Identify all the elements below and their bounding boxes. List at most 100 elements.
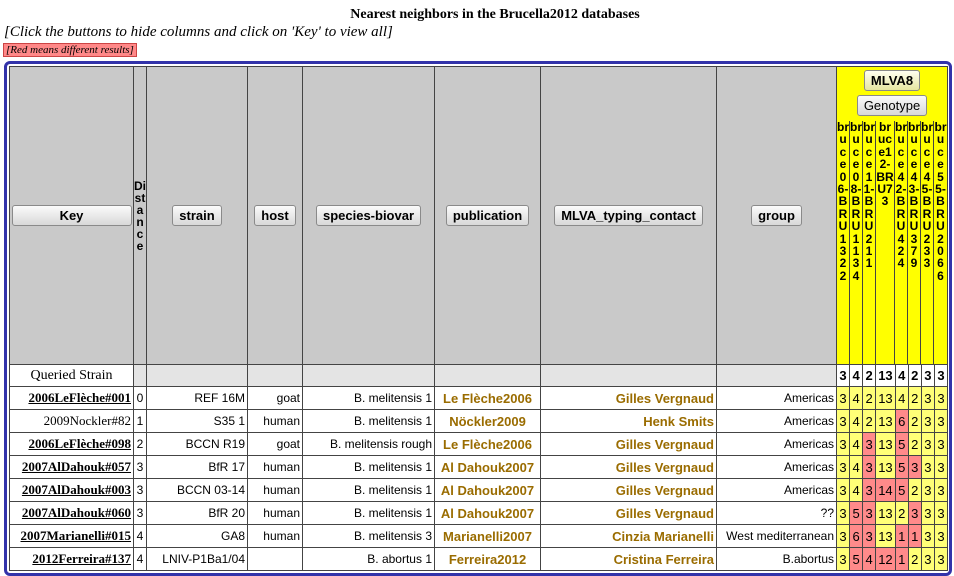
red-legend: [Red means different results]	[3, 43, 137, 57]
key-link: 2009Nockler#82	[9, 409, 134, 433]
header-contact: MLVA_typing_contact	[540, 66, 717, 365]
marker-value-different: 14	[875, 478, 896, 502]
group-cell: West mediterranean	[716, 524, 837, 548]
host-column-button[interactable]: host	[254, 205, 296, 226]
publication-cell: Nöckler2009	[434, 409, 541, 433]
distance-label: Distance	[134, 178, 146, 253]
key-link[interactable]: 2012Ferreira#137	[9, 547, 134, 571]
marker-value: 3	[835, 478, 851, 502]
genotype-button[interactable]: Genotype	[856, 95, 928, 116]
mlva-panel-header: MLVA8 Genotype bruce06-BRU1322 bruce08-BR…	[836, 66, 948, 365]
strain-cell: REF 16M	[146, 386, 248, 410]
host-cell: goat	[247, 432, 303, 456]
table-row: 2006LeFlèche#098 2 BCCN R19 goat B. melitens…	[9, 432, 949, 456]
marker-value-different: 3	[907, 455, 922, 479]
neighbors-table: Key Distance strain host species-biovar …	[9, 66, 949, 571]
header-publication: publication	[434, 66, 541, 365]
distance-cell: 0	[133, 386, 147, 410]
marker-value: 4	[849, 409, 864, 433]
marker-value: 13	[875, 455, 896, 479]
marker-value: 3	[920, 524, 935, 548]
marker-value-different: 6	[894, 409, 909, 433]
table-row: 2007AlDahouk#003 3 BCCN 03-14 human B. melit…	[9, 478, 949, 502]
marker-value-different: 5	[894, 432, 909, 456]
queried-value: 2	[862, 364, 877, 387]
distance-cell: 4	[133, 547, 147, 571]
marker-value-different: 5	[849, 501, 864, 525]
contact-column-button[interactable]: MLVA_typing_contact	[554, 205, 703, 226]
marker-value: 2	[894, 501, 909, 525]
contact-cell: Gilles Vergnaud	[540, 432, 717, 456]
key-button[interactable]: Key	[11, 205, 132, 226]
distance-cell: 3	[133, 478, 147, 502]
publication-cell: Le Flèche2006	[434, 386, 541, 410]
marker-value-different: 12	[875, 547, 896, 571]
species-cell: B. melitensis 1	[302, 386, 435, 410]
queried-value: 2	[907, 364, 922, 387]
host-cell: human	[247, 409, 303, 433]
marker-value-different: 1	[907, 524, 922, 548]
instructions: [Click the buttons to hide columns and c…	[4, 24, 393, 40]
table-row: 2007AlDahouk#060 3 BfR 20 human B. melitensi…	[9, 501, 949, 525]
results-frame: Key Distance strain host species-biovar …	[4, 61, 952, 576]
marker-value-different: 5	[894, 455, 909, 479]
marker-value: 4	[849, 478, 864, 502]
key-link[interactable]: 2007AlDahouk#003	[9, 478, 134, 502]
key-link[interactable]: 2007Marianelli#015	[9, 524, 134, 548]
page-title: Nearest neighbors in the Brucella2012 da…	[350, 7, 640, 22]
key-link[interactable]: 2007AlDahouk#057	[9, 455, 134, 479]
marker-value-different: 6	[849, 524, 864, 548]
marker-value: 13	[875, 501, 896, 525]
key-link[interactable]: 2006LeFlèche#001	[9, 386, 134, 410]
marker-value: 2	[907, 478, 922, 502]
marker-label: bruce42-BRU424	[895, 121, 908, 364]
marker-label: bruce11-BRU211	[863, 121, 876, 364]
marker-label: bruce45-BRU233	[921, 121, 934, 364]
marker-value: 3	[835, 501, 851, 525]
marker-value: 13	[875, 409, 896, 433]
group-cell: Americas	[716, 432, 837, 456]
publication-cell: Al Dahouk2007	[434, 501, 541, 525]
group-cell: Americas	[716, 386, 837, 410]
marker-label: bruce55-BRU2066	[934, 121, 947, 283]
contact-cell: Gilles Vergnaud	[540, 501, 717, 525]
contact-cell: Cristina Ferreira	[540, 547, 717, 571]
contact-cell: Gilles Vergnaud	[540, 478, 717, 502]
group-cell: Americas	[716, 455, 837, 479]
marker-value-different: 3	[862, 432, 877, 456]
group-cell: ??	[716, 501, 837, 525]
key-link[interactable]: 2007AlDahouk#060	[9, 501, 134, 525]
key-link[interactable]: 2006LeFlèche#098	[9, 432, 134, 456]
publication-column-button[interactable]: publication	[445, 205, 530, 226]
marker-value: 3	[920, 478, 935, 502]
marker-value-different: 4	[862, 547, 877, 571]
strain-column-button[interactable]: strain	[172, 205, 222, 226]
distance-cell: 2	[133, 432, 147, 456]
header-key: Key	[9, 66, 134, 365]
queried-value: 3	[835, 364, 851, 387]
marker-value: 3	[920, 501, 935, 525]
distance-cell: 3	[133, 455, 147, 479]
host-cell: goat	[247, 386, 303, 410]
queried-value: 13	[875, 364, 896, 387]
publication-cell: Al Dahouk2007	[434, 455, 541, 479]
marker-value-different: 3	[862, 455, 877, 479]
publication-cell: Ferreira2012	[434, 547, 541, 571]
marker-value: 3	[933, 478, 949, 502]
species-cell: B. melitensis rough	[302, 432, 435, 456]
marker-value: 3	[933, 501, 949, 525]
host-cell: human	[247, 524, 303, 548]
queried-row: Queried Strain 3 4 2 13 4 2 3 3	[9, 364, 949, 387]
species-biovar-column-button[interactable]: species-biovar	[315, 205, 422, 226]
header-species: species-biovar	[302, 66, 435, 365]
group-column-button[interactable]: group	[751, 205, 802, 226]
mlva8-button[interactable]: MLVA8	[863, 70, 921, 91]
queried-value: 4	[849, 364, 864, 387]
header-strain: strain	[146, 66, 248, 365]
contact-cell: Henk Smits	[540, 409, 717, 433]
marker-value: 4	[849, 386, 864, 410]
marker-value: 3	[835, 524, 851, 548]
group-cell: B.abortus	[716, 547, 837, 571]
strain-cell: BCCN R19	[146, 432, 248, 456]
header-host: host	[247, 66, 303, 365]
